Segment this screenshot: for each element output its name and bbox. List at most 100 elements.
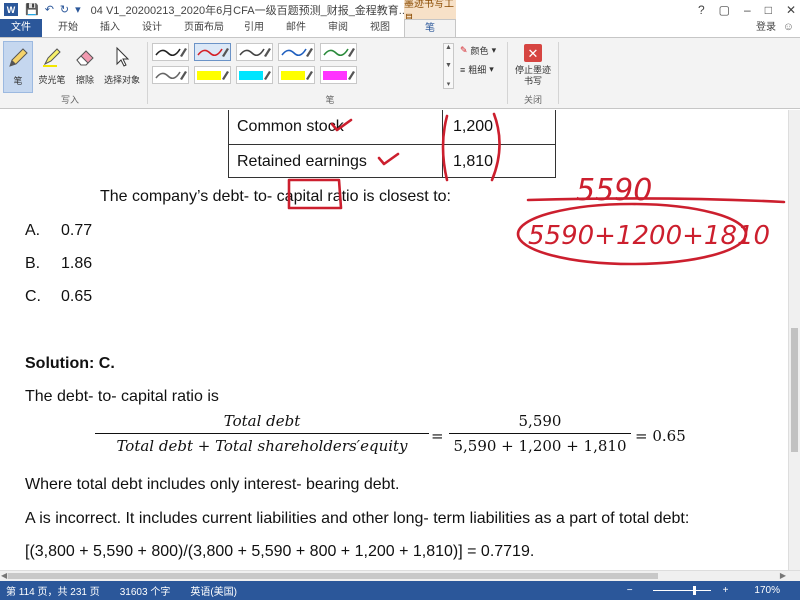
zoom-level[interactable]: 170% (754, 585, 780, 596)
zoom-control: − + 170% (621, 581, 794, 600)
table-column-divider (442, 110, 443, 178)
formula-equals: = (431, 427, 444, 445)
pen-swatch[interactable] (278, 43, 315, 61)
help-button[interactable]: ? (698, 3, 705, 17)
zoom-slider-knob[interactable] (692, 586, 696, 595)
pen-stroke-icon (155, 71, 187, 80)
tab-pens[interactable]: 笔 (404, 19, 456, 37)
pen-tool-button[interactable]: 笔 (3, 41, 33, 93)
zoom-in-icon[interactable]: + (723, 585, 729, 596)
undo-icon[interactable]: ↶ (45, 3, 54, 16)
tab-view[interactable]: 视图 (362, 19, 398, 37)
tab-insert[interactable]: 插入 (92, 19, 128, 37)
redo-icon[interactable]: ↻ (60, 3, 69, 16)
ink-annotations[interactable]: 5590 5590+1200+1810 (0, 110, 788, 570)
table-row: Retained earnings 1,810 (229, 144, 555, 178)
status-bar: 第 114 页，共 231 页 31603 个字 英语(美国) − + 170% (0, 581, 800, 600)
tab-mailings[interactable]: 邮件 (278, 19, 314, 37)
pen-swatch[interactable] (236, 43, 273, 61)
write-group-label: 写入 (60, 95, 79, 105)
formula-denominator: Total debt + Total shareholders′equity (116, 437, 408, 455)
customize-qa-icon[interactable]: ▾ (75, 3, 81, 16)
highlighter-tool-button[interactable]: 荧光笔 (36, 41, 68, 93)
pen-color-button[interactable]: ✎ 颜色 ▾ (460, 44, 496, 57)
option-b-letter: B. (25, 255, 41, 272)
window-controls: ? ▢ – □ ✕ (698, 0, 796, 19)
group-separator (147, 42, 148, 104)
option-a-letter: A. (25, 222, 41, 239)
pen-swatch[interactable] (278, 66, 315, 84)
tab-file[interactable]: 文件 (0, 19, 42, 37)
ink-tools-context-label: 墨迹书写工具 (404, 0, 456, 25)
word-count[interactable]: 31603 个字 (120, 583, 171, 598)
solution-intro: The debt- to- capital ratio is (25, 388, 219, 405)
scroll-right-icon[interactable]: ▶ (780, 571, 786, 580)
tab-review[interactable]: 审阅 (320, 19, 356, 37)
page-count[interactable]: 第 114 页，共 231 页 (6, 583, 100, 598)
eraser-tool-button[interactable]: 擦除 (70, 41, 100, 93)
cursor-arrow-icon (116, 46, 130, 67)
zoom-slider[interactable] (652, 586, 711, 595)
title-bar: W 💾 ↶ ↻ ▾ 04 V1_20200213_2020年6月CFA一级百题预… (0, 0, 800, 25)
pen-swatch[interactable] (194, 43, 231, 61)
tab-design[interactable]: 设计 (134, 19, 170, 37)
option-a-value: 0.77 (61, 222, 93, 239)
pen-stroke-icon (323, 71, 355, 80)
pen-stroke-icon (281, 48, 313, 57)
language-indicator[interactable]: 英语(美国) (190, 583, 237, 598)
vertical-scroll-thumb[interactable] (791, 328, 798, 452)
group-separator (507, 42, 508, 104)
chevron-down-icon: ▾ (491, 45, 497, 55)
minimize-button[interactable]: – (744, 3, 751, 17)
tab-home[interactable]: 开始 (50, 19, 86, 37)
formula-result: = 0.65 (635, 427, 686, 445)
close-button[interactable]: ✕ (786, 3, 796, 17)
ribbon: 笔 荧光笔 擦除 选择对象 写入 ▲ ▼ ▾ ✎ 颜色 ▾ ≡ 粗细 ▾ 笔 ✕… (0, 37, 800, 109)
option-a-calculation: [(3,800 + 5,590 + 800)/(3,800 + 5,590 + … (25, 543, 535, 560)
word-app-icon[interactable]: W (4, 3, 18, 16)
save-icon[interactable]: 💾 (25, 3, 39, 16)
formula-fraction-symbolic: Total debt Total debt + Total shareholde… (95, 412, 429, 455)
vertical-scrollbar[interactable] (788, 110, 800, 570)
chevron-down-icon: ▾ (489, 64, 494, 74)
option-c-letter: C. (25, 288, 41, 305)
solution-title: Solution: C. (25, 355, 115, 372)
horizontal-scroll-thumb[interactable] (8, 573, 658, 579)
pen-swatch[interactable] (236, 66, 273, 84)
document-page[interactable]: Common stock 1,200 Retained earnings 1,8… (0, 110, 788, 570)
highlighter-icon (43, 48, 61, 67)
pen-color-icon: ✎ (460, 45, 468, 55)
ribbon-display-button[interactable]: ▢ (719, 3, 730, 17)
stop-inking-button[interactable]: ✕ 停止墨迹书写 (512, 42, 554, 87)
scroll-left-icon[interactable]: ◀ (1, 571, 7, 580)
pen-gallery (152, 43, 442, 89)
tab-layout[interactable]: 页面布局 (178, 19, 230, 37)
login-link[interactable]: 登录 (756, 19, 776, 37)
pen-stroke-icon (239, 48, 271, 57)
select-objects-button[interactable]: 选择对象 (102, 41, 142, 93)
window-title: 04 V1_20200213_2020年6月CFA一级百题预测_财报_金程教育.… (90, 4, 408, 17)
pen-swatch[interactable] (320, 66, 357, 84)
pen-swatch[interactable] (152, 66, 189, 84)
row-value-common-stock: 1,200 (453, 118, 494, 135)
horizontal-scrollbar[interactable]: ◀ ▶ (0, 570, 800, 581)
close-group-label: 关闭 (523, 95, 542, 105)
eraser-icon (76, 50, 94, 66)
pen-thickness-button[interactable]: ≡ 粗细 ▾ (460, 63, 494, 76)
formula-numerator: Total debt (223, 412, 301, 430)
gallery-more-icon[interactable]: ▾ (447, 80, 451, 88)
option-c-value: 0.65 (61, 288, 93, 305)
pen-swatch[interactable] (320, 43, 357, 61)
total-debt-note: Where total debt includes only interest-… (25, 476, 400, 493)
gallery-down-icon[interactable]: ▼ (445, 62, 452, 69)
pen-swatch[interactable] (194, 66, 231, 84)
zoom-out-icon[interactable]: − (627, 585, 633, 596)
maximize-button[interactable]: □ (765, 3, 772, 17)
tab-references[interactable]: 引用 (236, 19, 272, 37)
option-a-explanation: A is incorrect. It includes current liab… (25, 510, 690, 527)
pen-stroke-icon (281, 71, 313, 80)
pen-swatch[interactable] (152, 43, 189, 61)
gallery-up-icon[interactable]: ▲ (445, 44, 452, 51)
feedback-smile-icon[interactable]: ☺ (783, 21, 794, 33)
pen-gallery-scroll[interactable]: ▲ ▼ ▾ (443, 43, 454, 89)
